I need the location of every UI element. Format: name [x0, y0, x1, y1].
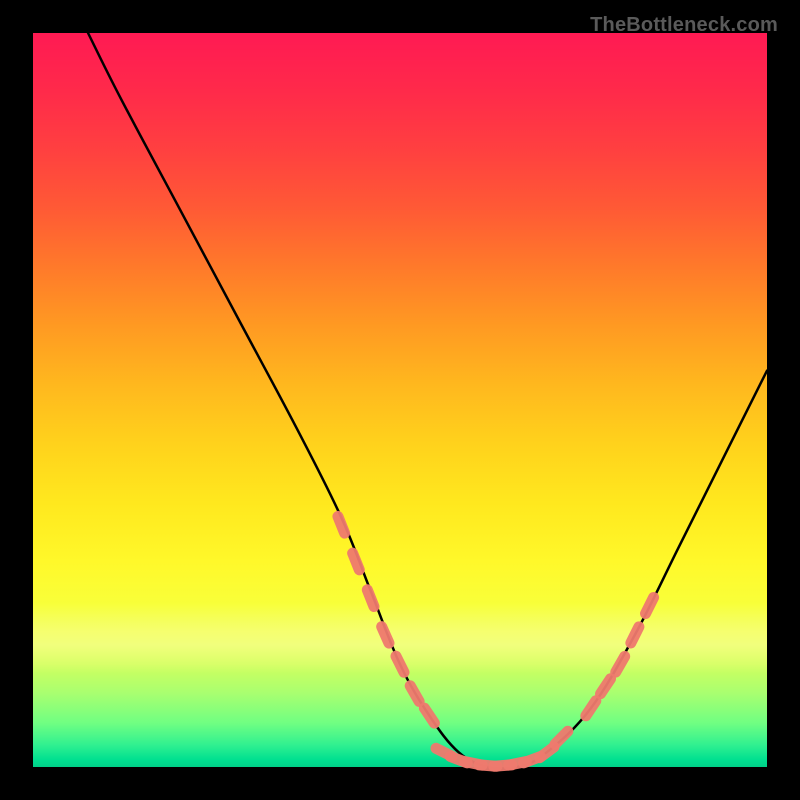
chart-frame: TheBottleneck.com: [16, 16, 784, 784]
highlight-bead: [646, 597, 654, 613]
highlight-bead: [601, 679, 611, 694]
highlight-bead: [586, 701, 596, 716]
plot-area: [33, 33, 767, 767]
highlight-bead: [616, 656, 625, 672]
highlight-bead: [410, 686, 419, 702]
highlight-bead: [338, 516, 345, 533]
highlight-bead: [424, 708, 434, 723]
highlight-bead: [555, 731, 568, 744]
highlight-bead: [631, 627, 639, 643]
main-curve-path: [88, 33, 767, 769]
chart-svg: [33, 33, 767, 767]
highlight-bead: [367, 590, 374, 607]
highlight-bead: [396, 656, 404, 672]
series-container: [88, 33, 767, 769]
highlight-bead: [540, 747, 554, 758]
highlight-bead: [382, 627, 389, 643]
highlight-bead: [353, 553, 360, 570]
